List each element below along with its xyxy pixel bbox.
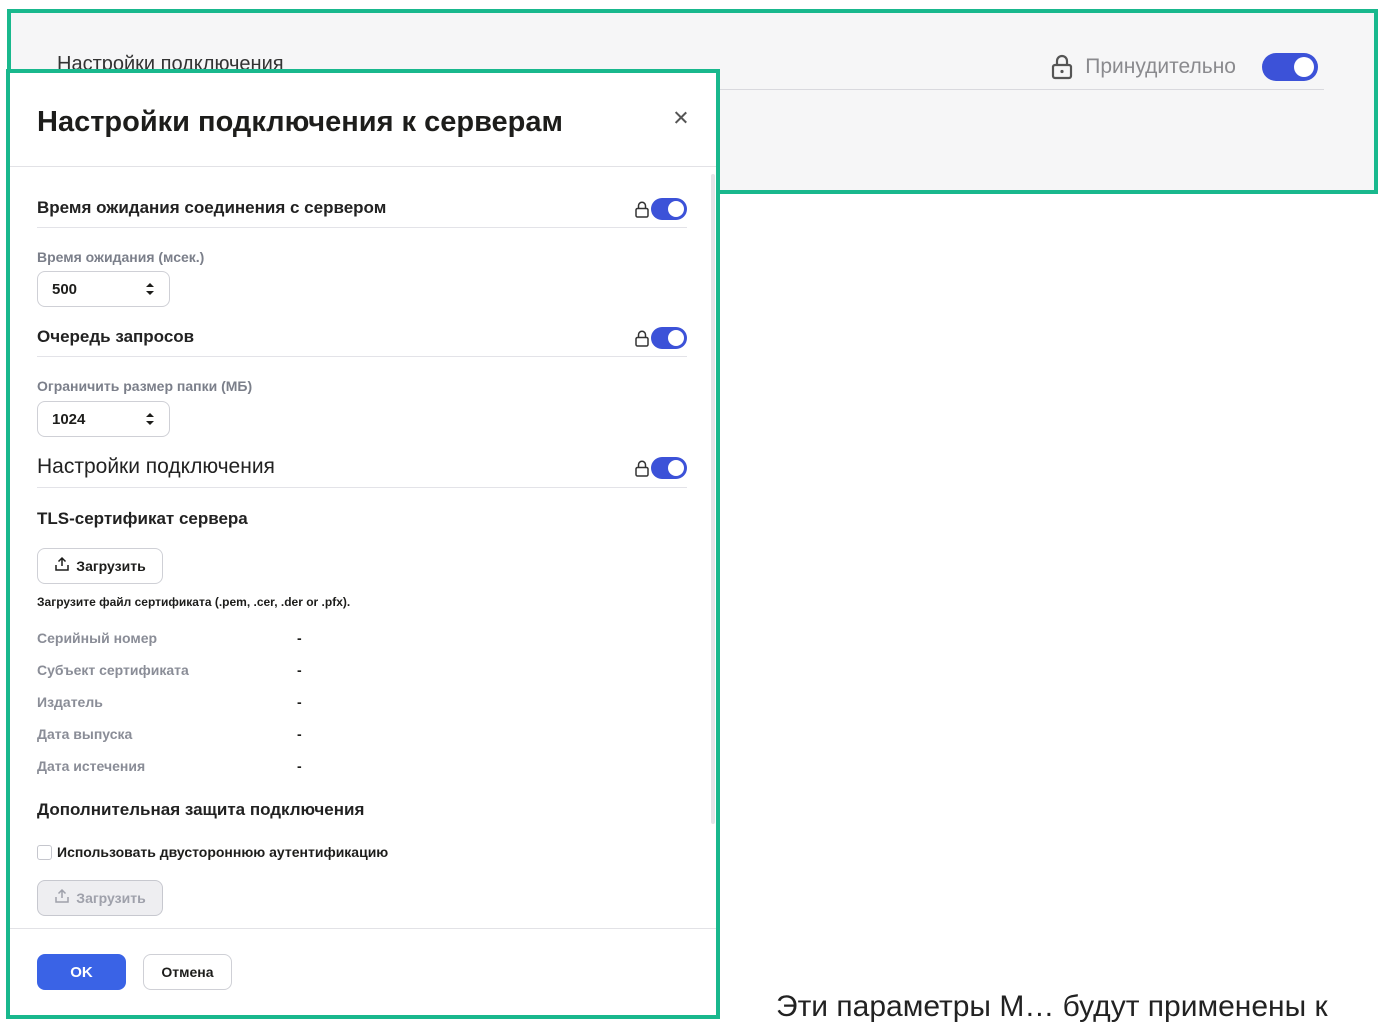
dialog-footer: OK Отмена	[10, 928, 716, 1023]
lock-toggle-group	[635, 457, 687, 479]
mutual-auth-label: Использовать двустороннюю аутентификацию	[57, 844, 389, 860]
lock-icon[interactable]	[635, 201, 649, 218]
info-value: -	[297, 726, 302, 742]
info-key: Субъект сертификата	[37, 662, 189, 678]
mutual-auth-option[interactable]: Использовать двустороннюю аутентификацию	[37, 844, 388, 860]
dialog-header: Настройки подключения к серверам	[10, 73, 716, 167]
upload-icon	[54, 556, 70, 577]
info-row-issue-date: Дата выпуска -	[37, 726, 437, 742]
tls-title: TLS-сертификат сервера	[37, 509, 248, 528]
mutual-auth-checkbox[interactable]	[37, 844, 52, 860]
upload-certificate-button[interactable]: Загрузить	[37, 548, 163, 584]
upload-label: Загрузить	[76, 558, 146, 574]
upload-icon	[54, 888, 70, 909]
info-key: Серийный номер	[37, 630, 158, 646]
info-row-expiry-date: Дата истечения -	[37, 758, 437, 774]
stepper-arrows-icon[interactable]	[145, 411, 155, 427]
section-queue-label: Очередь запросов	[37, 327, 195, 346]
background-description: Эти параметры М… будут применены к	[776, 990, 1328, 1023]
lock-icon[interactable]	[635, 460, 649, 477]
lock-toggle-group	[635, 327, 687, 349]
connection-toggle[interactable]	[651, 457, 687, 479]
info-value: -	[297, 694, 302, 710]
upload-hint: Загрузите файл сертификата (.pem, .cer, …	[37, 595, 351, 609]
info-row-subject: Субъект сертификата -	[37, 662, 437, 678]
info-row-issuer: Издатель -	[37, 694, 437, 710]
queue-value: 1024	[52, 410, 86, 428]
queue-stepper[interactable]: 1024	[37, 401, 170, 437]
info-row-serial: Серийный номер -	[37, 630, 437, 646]
timeout-stepper[interactable]: 500	[37, 271, 170, 307]
forced-label: Принудительно	[1085, 55, 1236, 78]
stepper-arrows-icon[interactable]	[145, 281, 155, 297]
section-connection: Настройки подключения	[37, 455, 687, 488]
dialog-body: Время ожидания соединения с сервером Вре…	[10, 168, 716, 928]
forced-control: Принудительно	[1051, 53, 1318, 81]
info-key: Дата выпуска	[37, 726, 133, 742]
section-connection-label: Настройки подключения	[37, 455, 275, 478]
queue-toggle[interactable]	[651, 327, 687, 349]
forced-toggle[interactable]	[1262, 53, 1318, 81]
upload-label: Загрузить	[76, 890, 146, 906]
ok-button[interactable]: OK	[37, 954, 126, 990]
queue-field-label: Ограничить размер папки (МБ)	[37, 378, 253, 394]
section-timeout: Время ожидания соединения с сервером	[37, 198, 687, 228]
timeout-field-label: Время ожидания (мсек.)	[37, 249, 205, 265]
lock-icon	[1051, 54, 1073, 80]
extra-protection-title: Дополнительная защита подключения	[37, 800, 365, 819]
timeout-value: 500	[52, 280, 78, 298]
section-queue: Очередь запросов	[37, 327, 687, 357]
timeout-toggle[interactable]	[651, 198, 687, 220]
dialog-title: Настройки подключения к серверам	[37, 106, 563, 138]
scrollbar[interactable]	[711, 174, 715, 824]
info-key: Издатель	[37, 694, 103, 710]
lock-icon[interactable]	[635, 330, 649, 347]
info-value: -	[297, 758, 302, 774]
connection-settings-dialog: Настройки подключения к серверам Время о…	[6, 69, 720, 1019]
section-timeout-label: Время ожидания соединения с сервером	[37, 198, 387, 217]
info-value: -	[297, 662, 302, 678]
info-value: -	[297, 630, 302, 646]
cancel-button[interactable]: Отмена	[143, 954, 232, 990]
info-key: Дата истечения	[37, 758, 146, 774]
close-icon[interactable]	[670, 107, 692, 129]
lock-toggle-group	[635, 198, 687, 220]
upload-client-certificate-button[interactable]: Загрузить	[37, 880, 163, 916]
